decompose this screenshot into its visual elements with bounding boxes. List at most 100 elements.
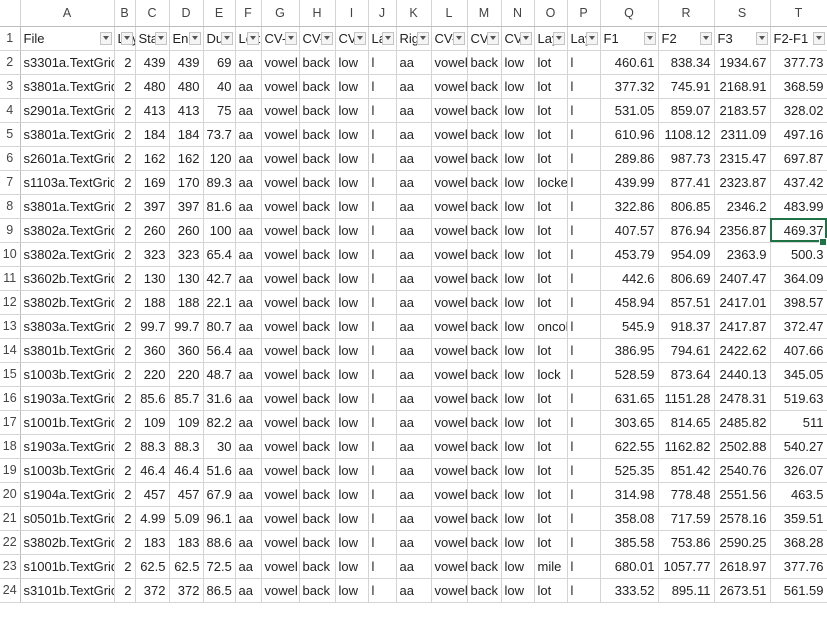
row-header[interactable]: 20 <box>0 482 21 507</box>
table-cell[interactable]: l <box>368 194 397 219</box>
table-cell[interactable]: low <box>501 386 535 411</box>
table-cell[interactable]: vowel <box>261 242 300 267</box>
table-cell[interactable]: aa <box>235 50 262 75</box>
table-cell[interactable]: low <box>501 314 535 339</box>
table-cell[interactable]: 314.98 <box>600 482 659 507</box>
row-header[interactable]: 5 <box>0 122 21 147</box>
table-cell[interactable]: aa <box>396 266 432 291</box>
table-cell[interactable]: low <box>335 314 369 339</box>
table-cell[interactable]: l <box>368 338 397 363</box>
table-cell[interactable]: back <box>299 410 336 435</box>
table-cell[interactable]: 345.05 <box>770 362 827 387</box>
field-header-cell[interactable]: CV- <box>335 26 369 51</box>
table-cell[interactable]: 873.64 <box>658 362 715 387</box>
table-cell[interactable]: l <box>567 314 601 339</box>
table-cell[interactable]: aa <box>396 578 432 603</box>
table-cell[interactable]: 328.02 <box>770 98 827 123</box>
table-cell[interactable]: vowel <box>431 410 468 435</box>
table-cell[interactable]: 183 <box>169 530 204 555</box>
table-cell[interactable]: low <box>501 554 535 579</box>
field-header-cell[interactable]: F1 <box>600 26 659 51</box>
field-header-cell[interactable]: Lay <box>534 26 568 51</box>
table-cell[interactable]: vowel <box>261 122 300 147</box>
table-cell[interactable]: l <box>567 98 601 123</box>
row-header[interactable]: 18 <box>0 434 21 459</box>
filter-dropdown-icon[interactable] <box>284 31 297 45</box>
table-cell[interactable]: low <box>501 194 535 219</box>
table-cell[interactable]: 67.9 <box>203 482 236 507</box>
table-cell[interactable]: 31.6 <box>203 386 236 411</box>
table-cell[interactable]: 437.42 <box>770 170 827 195</box>
table-cell[interactable]: 85.6 <box>135 386 170 411</box>
table-cell[interactable]: 188 <box>169 290 204 315</box>
table-cell[interactable]: 2 <box>114 362 136 387</box>
select-all-corner[interactable] <box>0 0 21 27</box>
table-cell[interactable]: 2 <box>114 338 136 363</box>
table-cell[interactable]: vowel <box>261 434 300 459</box>
table-cell[interactable]: back <box>467 434 502 459</box>
table-cell[interactable]: back <box>299 122 336 147</box>
table-cell[interactable]: aa <box>235 386 262 411</box>
table-cell[interactable]: aa <box>396 410 432 435</box>
filter-dropdown-icon[interactable] <box>452 31 465 45</box>
column-header-G[interactable]: G <box>261 0 300 27</box>
table-cell[interactable]: l <box>368 290 397 315</box>
table-cell[interactable]: lot <box>534 194 568 219</box>
table-cell[interactable]: 184 <box>169 122 204 147</box>
table-cell[interactable]: aa <box>235 122 262 147</box>
table-cell[interactable]: 377.76 <box>770 554 827 579</box>
table-cell[interactable]: low <box>501 146 535 171</box>
table-cell[interactable]: s2601a.TextGrid <box>20 146 115 171</box>
table-cell[interactable]: aa <box>396 50 432 75</box>
table-cell[interactable]: back <box>299 530 336 555</box>
field-header-cell[interactable]: Lay <box>114 26 136 51</box>
filter-dropdown-icon[interactable] <box>519 31 532 45</box>
table-cell[interactable]: 511 <box>770 410 827 435</box>
table-cell[interactable]: l <box>567 266 601 291</box>
table-cell[interactable]: 453.79 <box>600 242 659 267</box>
table-cell[interactable]: aa <box>235 434 262 459</box>
table-cell[interactable]: 851.42 <box>658 458 715 483</box>
table-cell[interactable]: vowel <box>261 362 300 387</box>
table-cell[interactable]: s3803a.TextGrid <box>20 314 115 339</box>
table-cell[interactable]: 323 <box>169 242 204 267</box>
column-header-B[interactable]: B <box>114 0 136 27</box>
table-cell[interactable]: low <box>335 482 369 507</box>
table-cell[interactable]: 2 <box>114 194 136 219</box>
field-header-cell[interactable]: Lay <box>567 26 601 51</box>
table-cell[interactable]: aa <box>396 338 432 363</box>
column-header-F[interactable]: F <box>235 0 262 27</box>
table-cell[interactable]: 42.7 <box>203 266 236 291</box>
table-cell[interactable]: 75 <box>203 98 236 123</box>
table-cell[interactable]: low <box>501 410 535 435</box>
table-cell[interactable]: low <box>501 362 535 387</box>
table-cell[interactable]: vowel <box>431 194 468 219</box>
table-cell[interactable]: 183 <box>135 530 170 555</box>
table-cell[interactable]: vowel <box>261 218 300 243</box>
table-cell[interactable]: s3801a.TextGrid <box>20 194 115 219</box>
row-header[interactable]: 19 <box>0 458 21 483</box>
table-cell[interactable]: 1162.82 <box>658 434 715 459</box>
table-cell[interactable]: 413 <box>169 98 204 123</box>
table-cell[interactable]: 877.41 <box>658 170 715 195</box>
table-cell[interactable]: back <box>299 578 336 603</box>
table-cell[interactable]: aa <box>396 458 432 483</box>
table-cell[interactable]: l <box>567 146 601 171</box>
filter-dropdown-icon[interactable] <box>381 31 394 45</box>
table-cell[interactable]: aa <box>235 482 262 507</box>
table-cell[interactable]: vowel <box>261 194 300 219</box>
column-header-Q[interactable]: Q <box>600 0 659 27</box>
table-cell[interactable]: back <box>467 578 502 603</box>
table-cell[interactable]: back <box>299 266 336 291</box>
table-cell[interactable]: vowel <box>431 578 468 603</box>
table-cell[interactable]: lot <box>534 74 568 99</box>
table-cell[interactable]: vowel <box>431 266 468 291</box>
table-cell[interactable]: 130 <box>169 266 204 291</box>
table-cell[interactable]: l <box>368 554 397 579</box>
table-cell[interactable]: 876.94 <box>658 218 715 243</box>
table-cell[interactable]: 483.99 <box>770 194 827 219</box>
table-cell[interactable]: 2183.57 <box>714 98 771 123</box>
table-cell[interactable]: 1057.77 <box>658 554 715 579</box>
table-cell[interactable]: back <box>467 98 502 123</box>
table-cell[interactable]: s3301a.TextGrid <box>20 50 115 75</box>
